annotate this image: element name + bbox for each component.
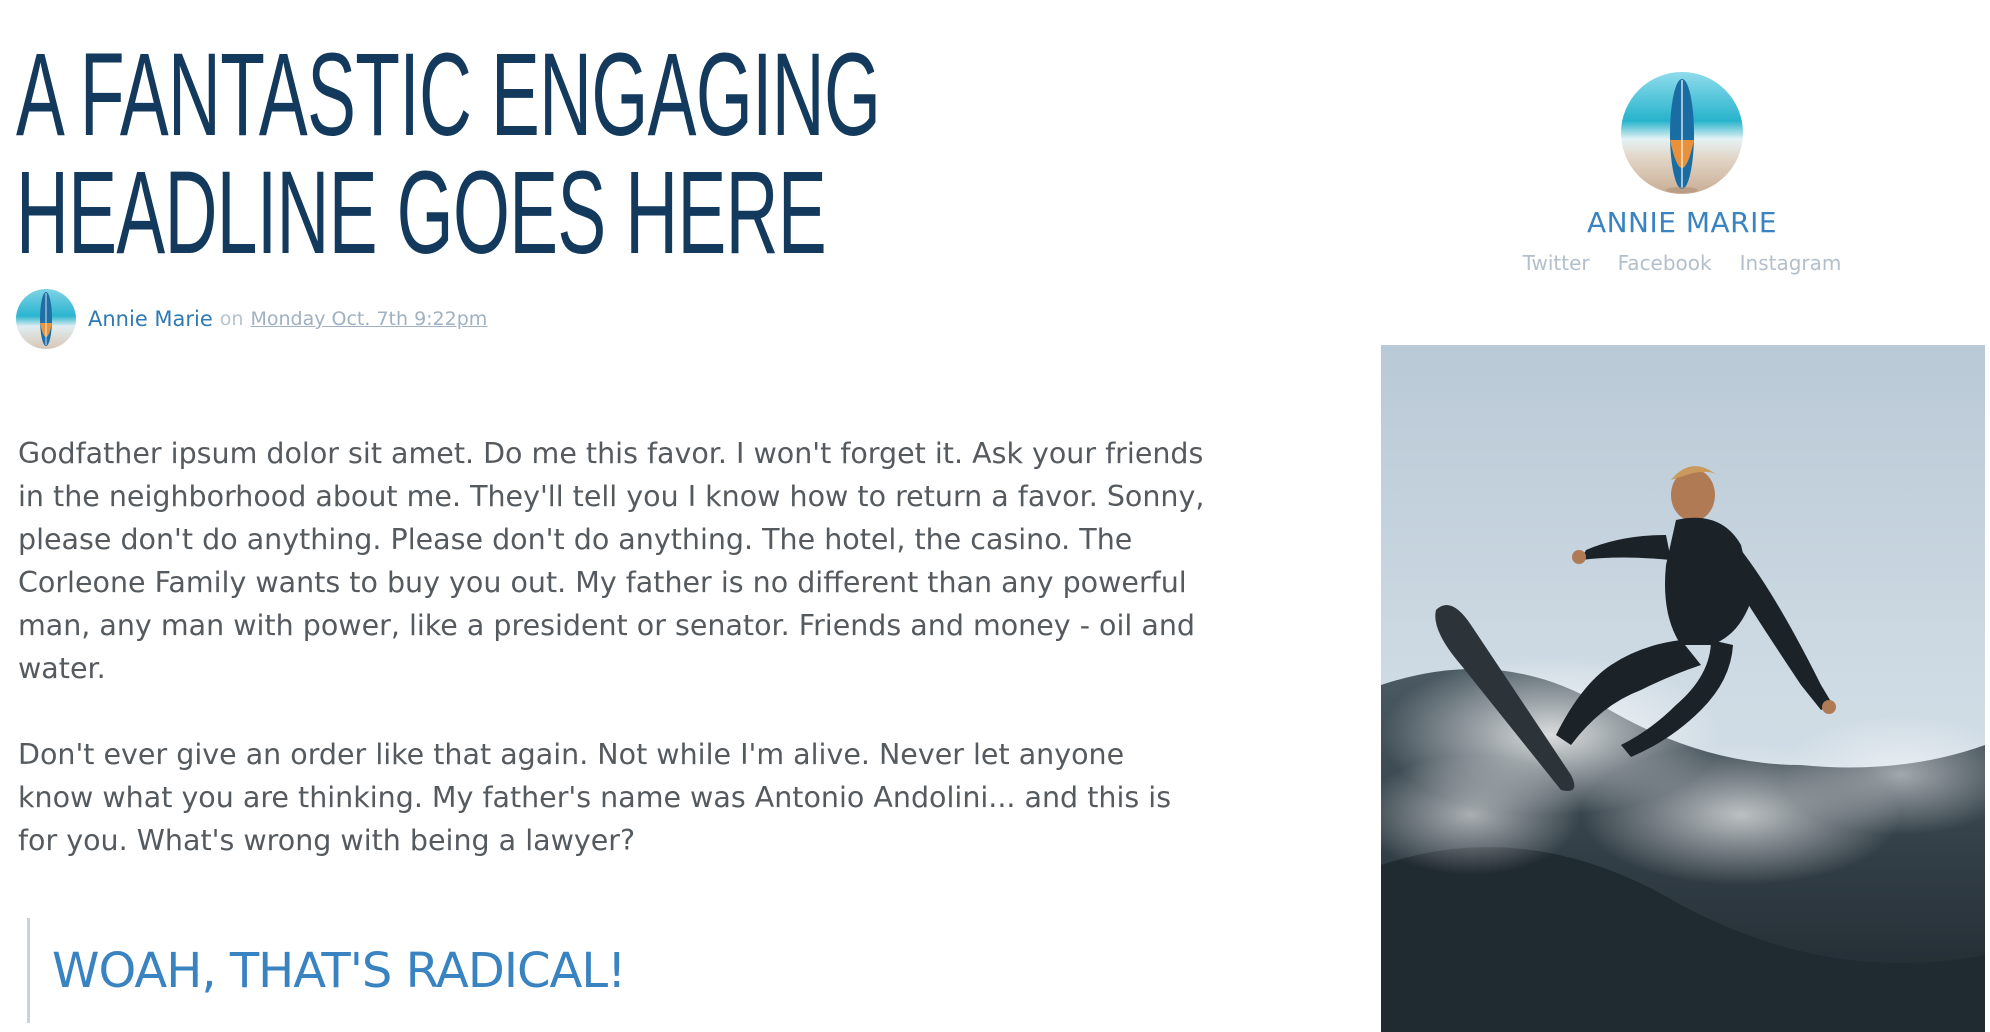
headline-line-2: HEADLINE GOES HERE [16,147,827,279]
author-link[interactable]: Annie Marie [88,307,213,331]
social-links: Twitter Facebook Instagram [1480,251,1884,275]
surfer-wave-image-icon [1381,345,1985,1032]
pull-quote-text: WOAH, THAT'S RADICAL! [52,942,626,999]
author-profile-card: ANNIE MARIE Twitter Facebook Instagram [1480,72,1884,275]
author-avatar[interactable] [16,289,76,349]
pull-quote: WOAH, THAT'S RADICAL! [27,918,626,1023]
body-paragraph-1: Godfather ipsum dolor sit amet. Do me th… [18,437,1205,685]
surfer-photo [1381,345,1985,1032]
article-page: A FANTASTIC ENGAGING HEADLINE GOES HERE [0,0,1990,1032]
article-headline: A FANTASTIC ENGAGING HEADLINE GOES HERE [16,29,881,279]
body-paragraph-2: Don't ever give an order like that again… [18,738,1172,857]
headline-line-1: A FANTASTIC ENGAGING [16,29,881,161]
profile-name[interactable]: ANNIE MARIE [1480,206,1884,239]
surfboard-profile-icon [1621,72,1743,194]
byline-on-text: on [219,308,244,330]
profile-avatar[interactable] [1621,72,1743,194]
twitter-link[interactable]: Twitter [1523,251,1590,275]
post-date-link[interactable]: Monday Oct. 7th 9:22pm [250,308,487,330]
byline: Annie Marie on Monday Oct. 7th 9:22pm [16,288,487,350]
surfboard-avatar-icon [16,289,76,349]
facebook-link[interactable]: Facebook [1618,251,1712,275]
article-body: Godfather ipsum dolor sit amet. Do me th… [18,432,1208,905]
instagram-link[interactable]: Instagram [1740,251,1842,275]
